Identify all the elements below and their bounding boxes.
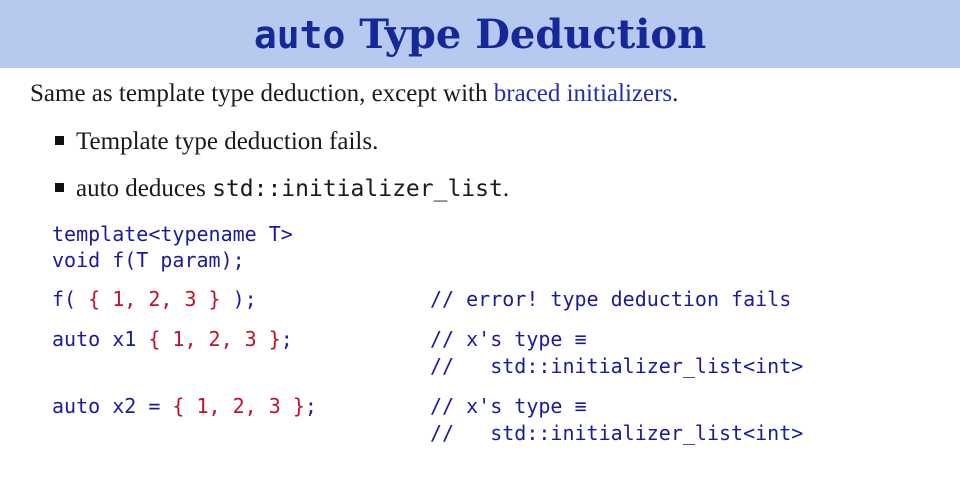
bullet-1: Template type deduction fails. [55,128,378,156]
intro-main: Same as template type deduction, except … [30,80,494,107]
code-call-post: ); [220,287,257,311]
code-call-line: f( { 1, 2, 3 } ); [52,287,257,311]
code-x2-comment-2: // std::initializer_list<int> [430,421,804,445]
title-text: Type Deduction [345,10,707,58]
bullet-square-icon [55,135,64,145]
code-call-comment: // error! type deduction fails [430,287,792,311]
code-x1-comment-2: // std::initializer_list<int> [430,354,804,378]
bullet-2-text: auto deduces [76,175,213,202]
bullet-2-end: . [502,175,510,202]
code-x1-line: auto x1 { 1, 2, 3 }; [52,327,293,351]
code-x2-comment-1: // x's type ≡ [430,394,587,418]
bullet-1-text: Template type deduction fails. [76,128,379,155]
bullet-2-code: std::initializer_list [212,176,503,202]
code-x2-line: auto x2 = { 1, 2, 3 }; [52,394,317,418]
code-template-line: template<typename T> [52,222,293,246]
intro-text: Same as template type deduction, except … [30,80,678,108]
code-x1-pre: auto x1 [52,327,149,351]
code-x1-comment-1: // x's type ≡ [430,327,587,351]
title-keyword: auto [253,12,346,57]
code-function-decl: void f(T param); [52,248,245,272]
code-x2-braced: { 1, 2, 3 } [172,394,305,418]
code-x2-post: ; [304,394,317,418]
bullet-square-icon [55,182,64,192]
intro-end: . [672,80,679,107]
code-call-pre: f( [52,287,89,311]
code-x1-post: ; [280,327,293,351]
slide-title: auto Type Deduction [254,11,706,58]
code-call-braced: { 1, 2, 3 } [88,287,221,311]
intro-accent: braced initializers [493,80,673,107]
bullet-2: auto deduces std::initializer_list. [55,175,509,203]
code-x2-pre: auto x2 = [52,394,173,418]
title-bar: auto Type Deduction [0,0,960,68]
code-x1-braced: { 1, 2, 3 } [148,327,281,351]
